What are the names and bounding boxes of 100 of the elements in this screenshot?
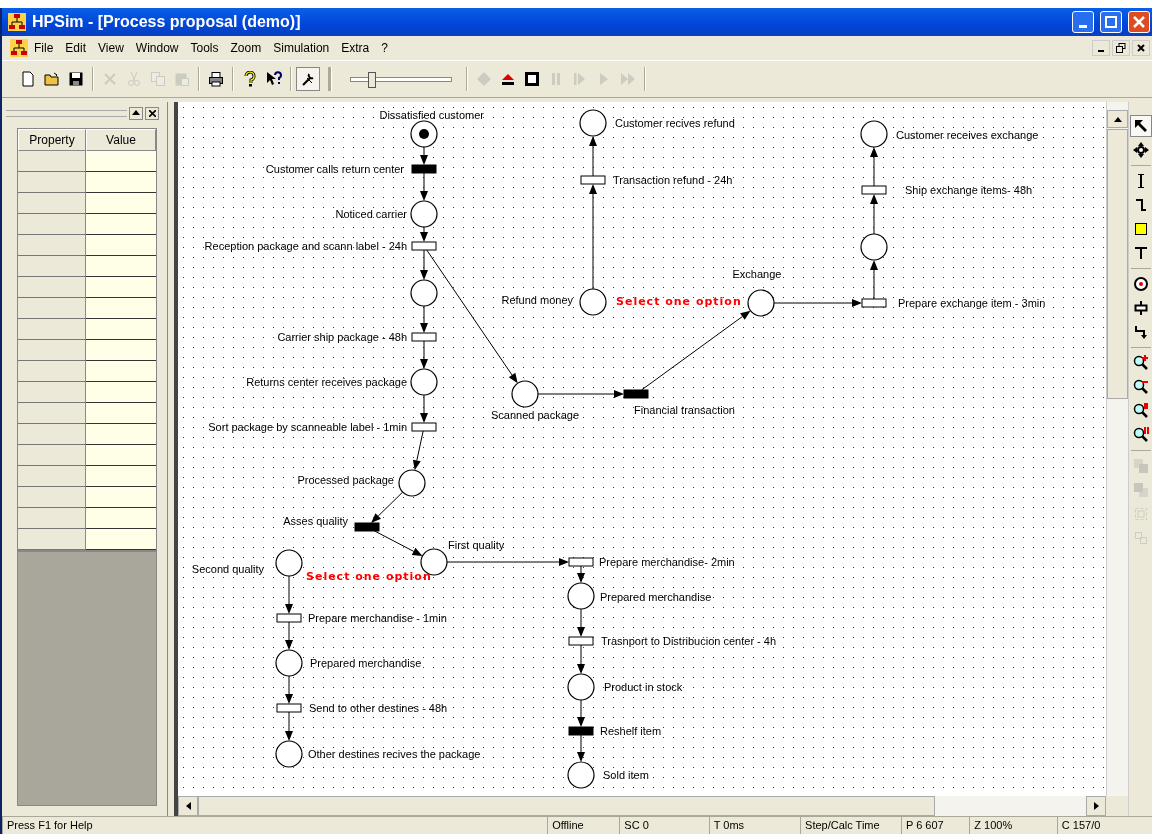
clipboard-icon: [174, 71, 190, 87]
place-circle[interactable]: [579, 109, 607, 137]
place-circle[interactable]: [275, 740, 303, 768]
scroll-left-button[interactable]: [178, 796, 198, 816]
status-text: Step/Calc Time: [800, 817, 901, 834]
arc-arrow: [412, 430, 424, 471]
place-circle[interactable]: [567, 582, 595, 610]
menu-item[interactable]: ?: [375, 39, 394, 57]
tool-button[interactable]: [1129, 115, 1152, 137]
menu-item[interactable]: File: [28, 39, 60, 57]
menu-item[interactable]: View: [92, 39, 130, 57]
place-circle[interactable]: [747, 289, 775, 317]
value-cell[interactable]: [86, 340, 156, 361]
panel-scroll-button[interactable]: [129, 106, 143, 120]
timed-transition[interactable]: [411, 241, 437, 251]
value-cell[interactable]: [86, 487, 156, 508]
stop-icon: [524, 71, 540, 87]
document-close-button[interactable]: [1132, 40, 1150, 56]
zoom-in-icon: [1132, 355, 1149, 371]
scroll-up-button[interactable]: [1107, 110, 1128, 128]
menu-item[interactable]: Tools: [184, 39, 225, 57]
value-cell[interactable]: [86, 193, 156, 214]
document-icon: [20, 71, 36, 87]
timed-transition[interactable]: [411, 332, 437, 342]
menu-item[interactable]: Simulation: [267, 39, 336, 57]
value-cell[interactable]: [86, 235, 156, 256]
magnifier-icon: [1132, 403, 1149, 419]
minimize-button[interactable]: [1072, 11, 1094, 33]
line-icon: [1137, 174, 1144, 188]
timed-transition[interactable]: [580, 175, 606, 185]
up-arrow-icon: [1113, 116, 1122, 122]
value-cell[interactable]: [86, 151, 156, 172]
value-cell[interactable]: [86, 361, 156, 382]
value-cell[interactable]: [86, 424, 156, 445]
value-cell[interactable]: [86, 529, 156, 550]
timed-transition[interactable]: [568, 557, 594, 567]
toolbar-button[interactable]: [296, 67, 320, 91]
window-title: HPSim - [Process proposal (demo)]: [32, 13, 302, 31]
panel-grip[interactable]: [6, 109, 127, 117]
status-text: Z 100%: [969, 817, 1057, 834]
place-circle[interactable]: [275, 649, 303, 677]
place-circle[interactable]: [860, 233, 888, 261]
place-circle[interactable]: [410, 200, 438, 228]
place-circle[interactable]: [410, 368, 438, 396]
node-label: Other destines recives the package: [308, 748, 481, 760]
arc-arrow: [371, 491, 404, 523]
place-circle[interactable]: [511, 380, 539, 408]
place-circle[interactable]: [398, 469, 426, 497]
place-circle[interactable]: [567, 761, 595, 789]
menu-item[interactable]: Extra: [335, 39, 376, 57]
timed-transition[interactable]: [568, 636, 594, 646]
panel-close-button[interactable]: [145, 106, 159, 120]
close-icon: [1137, 44, 1145, 52]
value-cell[interactable]: [86, 508, 156, 529]
node-label: Customer recives refund: [615, 117, 735, 129]
timed-transition[interactable]: [861, 185, 887, 195]
document-minimize-button[interactable]: [1092, 40, 1110, 56]
arc-arrow: [420, 226, 428, 242]
place-circle[interactable]: [410, 279, 438, 307]
scroll-right-button[interactable]: [1086, 796, 1106, 816]
value-cell[interactable]: [86, 172, 156, 193]
close-button[interactable]: [1128, 11, 1150, 33]
menu-item[interactable]: Zoom: [224, 39, 268, 57]
value-cell[interactable]: [86, 466, 156, 487]
value-cell[interactable]: [86, 214, 156, 235]
menu-item[interactable]: Window: [129, 39, 185, 57]
place-circle[interactable]: [579, 288, 607, 316]
scrollbar-thumb[interactable]: [198, 796, 935, 816]
place-circle[interactable]: [860, 120, 888, 148]
node-label: Prepared merchandise: [600, 591, 712, 603]
value-cell[interactable]: [86, 256, 156, 277]
place-circle[interactable]: [567, 673, 595, 701]
node-label: Sold item: [603, 769, 649, 781]
value-cell[interactable]: [86, 277, 156, 298]
document-restore-button[interactable]: [1112, 40, 1130, 56]
timed-transition[interactable]: [861, 298, 887, 308]
timed-transition[interactable]: [276, 703, 302, 713]
value-cell[interactable]: [86, 319, 156, 340]
value-cell[interactable]: [86, 403, 156, 424]
node-label: Scanned package: [490, 409, 580, 421]
arc-arrow: [285, 621, 293, 650]
value-cell[interactable]: [86, 382, 156, 403]
arc-arrow: [577, 608, 585, 637]
slider-thumb[interactable]: [368, 72, 376, 88]
menu-item[interactable]: Edit: [59, 39, 93, 57]
node-label: Prepare merchandise- 2min: [599, 556, 735, 568]
place-circle[interactable]: [410, 120, 438, 148]
place-circle[interactable]: [275, 549, 303, 577]
fast-forward-icon: [620, 71, 636, 87]
timed-transition[interactable]: [411, 422, 437, 432]
arc-arrow: [577, 644, 585, 674]
pointer-question-icon: [266, 71, 282, 87]
value-cell[interactable]: [86, 445, 156, 466]
node-label: Processed package: [297, 474, 394, 486]
timed-transition[interactable]: [276, 613, 302, 623]
maximize-button[interactable]: [1100, 11, 1122, 33]
document-app-icon[interactable]: [10, 39, 28, 57]
value-cell[interactable]: [86, 298, 156, 319]
ungroup-icon: [1132, 530, 1149, 546]
scrollbar-thumb[interactable]: [1107, 129, 1128, 399]
